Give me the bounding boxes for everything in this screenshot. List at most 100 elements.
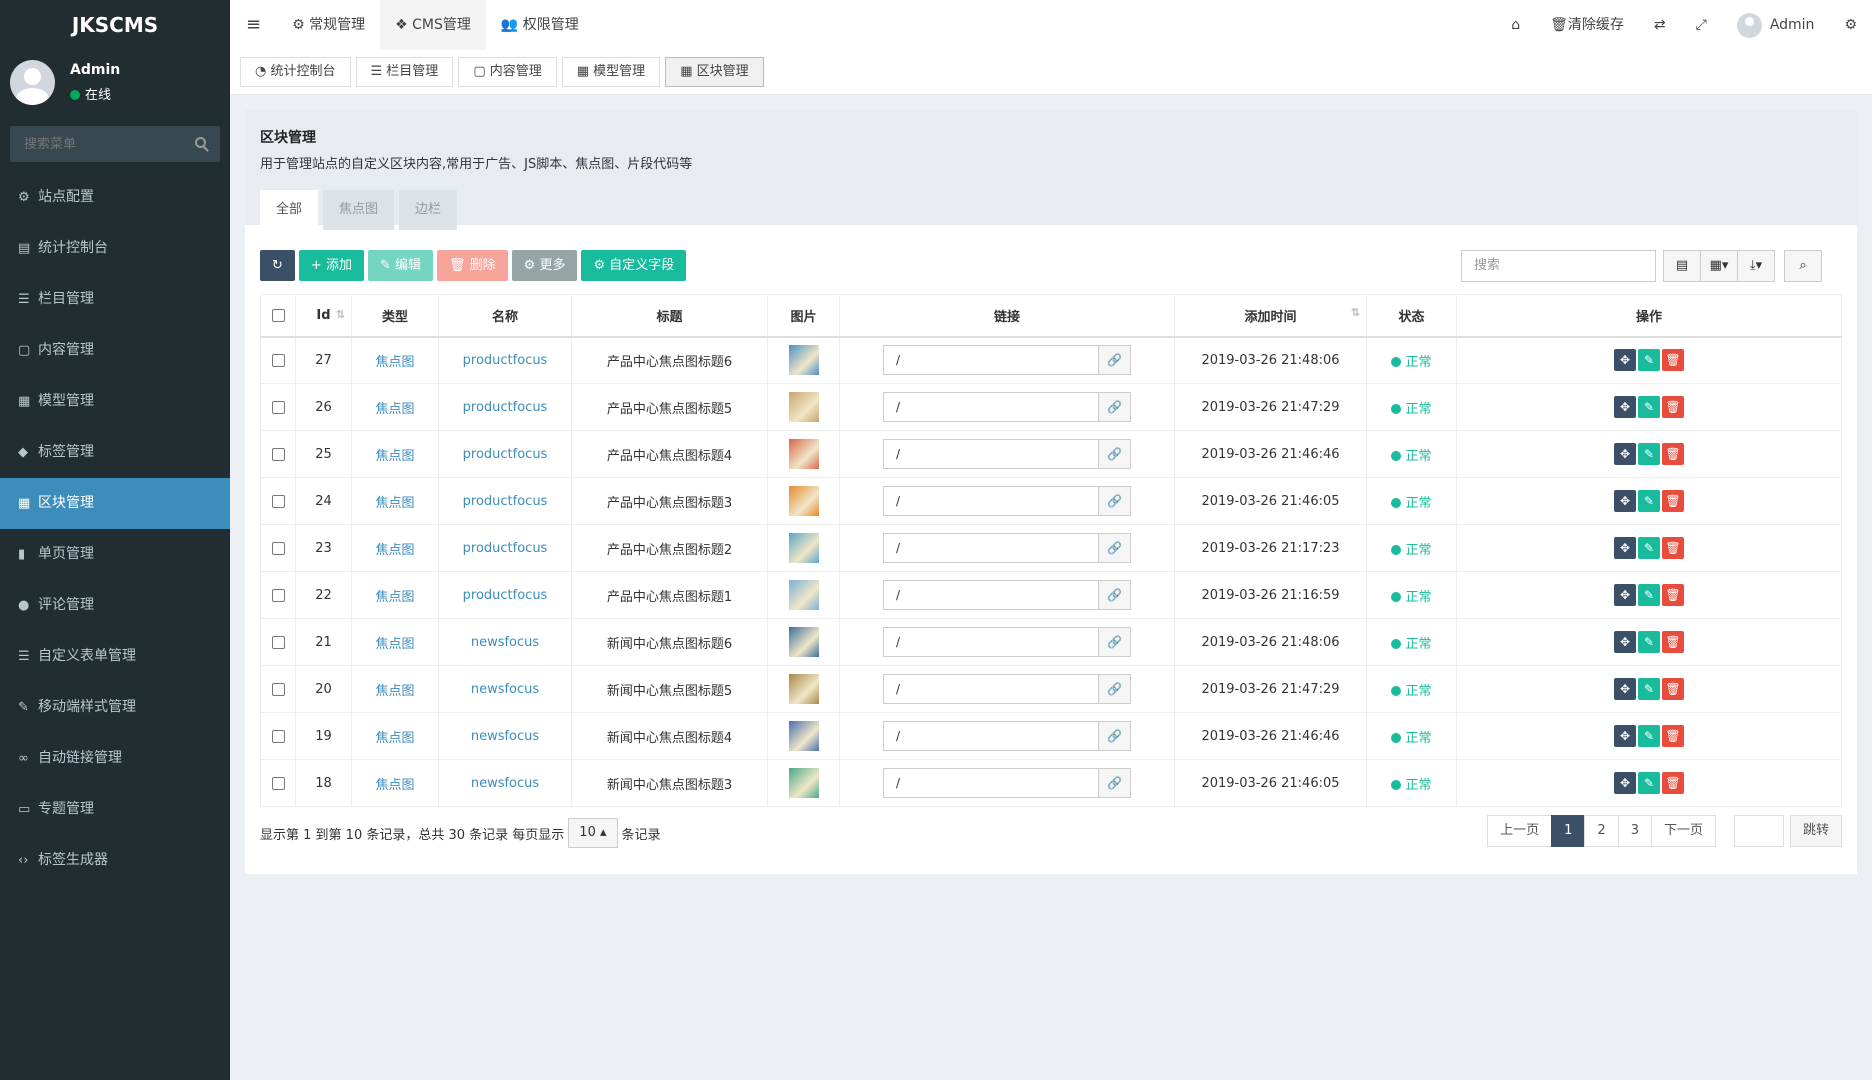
row-type-link[interactable]: 焦点图 (375, 778, 414, 793)
row-thumbnail[interactable] (788, 486, 819, 516)
sidebar-item-9[interactable]: ☰ 自定义表单管理 (0, 631, 230, 682)
toggle-view-icon[interactable]: ▤ (1663, 250, 1701, 282)
menu-toggle-icon[interactable]: ≡ (230, 0, 277, 50)
edit-icon[interactable]: ✎ (1638, 631, 1660, 653)
row-checkbox[interactable] (271, 494, 285, 508)
sidebar-item-6[interactable]: ▦ 区块管理 (0, 478, 230, 529)
subtab-sidebar[interactable]: 边栏 (399, 190, 458, 230)
sidebar-item-3[interactable]: ▢ 内容管理 (0, 325, 230, 376)
edit-icon[interactable]: ✎ (1638, 584, 1660, 606)
delete-icon[interactable]: 🗑 (1662, 349, 1684, 372)
sidebar-item-10[interactable]: ✎ 移动端样式管理 (0, 682, 230, 733)
link-icon[interactable]: 🔗 (1099, 580, 1131, 610)
page-1[interactable]: 1 (1551, 815, 1586, 847)
tab-block[interactable]: ▦ 区块管理 (665, 57, 764, 87)
user-menu[interactable]: Admin (1722, 0, 1830, 50)
search-icon[interactable] (195, 137, 206, 148)
delete-icon[interactable]: 🗑 (1662, 443, 1684, 465)
edit-icon[interactable]: ✎ (1638, 349, 1660, 372)
row-type-link[interactable]: 焦点图 (375, 496, 414, 511)
settings-gear-icon[interactable]: ⚙ (1829, 0, 1872, 50)
edit-icon[interactable]: ✎ (1638, 772, 1660, 794)
row-checkbox[interactable] (271, 776, 285, 790)
row-name-link[interactable]: newsfocus (471, 776, 539, 791)
sidebar-item-1[interactable]: ▤ 统计控制台 (0, 223, 230, 274)
link-icon[interactable]: 🔗 (1099, 627, 1131, 657)
row-link-input[interactable]: / (883, 768, 1099, 798)
table-search-input[interactable]: 搜索 (1461, 250, 1656, 282)
link-icon[interactable]: 🔗 (1099, 439, 1131, 469)
subtab-all[interactable]: 全部 (260, 190, 319, 230)
row-checkbox[interactable] (271, 353, 285, 367)
row-thumbnail[interactable] (788, 439, 819, 469)
next-page-button[interactable]: 下一页 (1650, 815, 1716, 847)
row-type-link[interactable]: 焦点图 (375, 731, 414, 746)
row-name-link[interactable]: productfocus (463, 541, 548, 556)
edit-icon[interactable]: ✎ (1638, 678, 1660, 700)
drag-move-icon[interactable]: ✥ (1614, 678, 1636, 700)
row-thumbnail[interactable] (788, 580, 819, 610)
drag-move-icon[interactable]: ✥ (1614, 725, 1636, 747)
row-link-input[interactable]: / (883, 580, 1099, 610)
row-checkbox[interactable] (271, 447, 285, 461)
row-thumbnail[interactable] (788, 768, 819, 798)
row-link-input[interactable]: / (883, 345, 1099, 376)
delete-icon[interactable]: 🗑 (1662, 490, 1684, 512)
sidebar-item-7[interactable]: ▮ 单页管理 (0, 529, 230, 580)
edit-icon[interactable]: ✎ (1638, 490, 1660, 512)
row-type-link[interactable]: 焦点图 (375, 402, 414, 417)
language-icon[interactable]: ⇄ (1639, 0, 1681, 50)
jump-button[interactable]: 跳转 (1789, 815, 1842, 847)
refresh-button[interactable]: ↻ (260, 250, 295, 281)
drag-move-icon[interactable]: ✥ (1614, 631, 1636, 653)
sidebar-item-11[interactable]: ∞ 自动链接管理 (0, 733, 230, 784)
edit-icon[interactable]: ✎ (1638, 443, 1660, 465)
drag-move-icon[interactable]: ✥ (1614, 490, 1636, 512)
tab-model[interactable]: ▦ 模型管理 (561, 57, 661, 87)
drag-move-icon[interactable]: ✥ (1614, 772, 1636, 794)
row-checkbox[interactable] (271, 400, 285, 414)
delete-icon[interactable]: 🗑 (1662, 725, 1684, 747)
sidebar-item-2[interactable]: ☰ 栏目管理 (0, 274, 230, 325)
delete-icon[interactable]: 🗑 (1662, 584, 1684, 606)
edit-icon[interactable]: ✎ (1638, 725, 1660, 747)
drag-move-icon[interactable]: ✥ (1614, 584, 1636, 606)
row-name-link[interactable]: newsfocus (471, 729, 539, 744)
row-thumbnail[interactable] (788, 721, 819, 751)
link-icon[interactable]: 🔗 (1099, 392, 1131, 422)
edit-button[interactable]: ✎ 编辑 (367, 250, 433, 281)
drag-move-icon[interactable]: ✥ (1614, 537, 1636, 559)
page-3[interactable]: 3 (1617, 815, 1652, 847)
sidebar-item-0[interactable]: ⚙ 站点配置 (0, 172, 230, 223)
jump-page-input[interactable] (1733, 815, 1784, 847)
page-size-select[interactable]: 10 ▴ (568, 818, 618, 848)
columns-icon[interactable]: ▦▾ (1700, 250, 1738, 282)
drag-move-icon[interactable]: ✥ (1614, 396, 1636, 418)
row-checkbox[interactable] (271, 729, 285, 743)
home-icon[interactable]: ⌂ (1496, 0, 1535, 50)
search-icon[interactable]: ⌕ (1784, 250, 1822, 282)
tab-content[interactable]: ▢ 内容管理 (458, 57, 557, 87)
row-thumbnail[interactable] (788, 345, 819, 376)
app-logo[interactable]: JKSCMS (0, 0, 230, 50)
row-type-link[interactable]: 焦点图 (375, 637, 414, 652)
row-name-link[interactable]: productfocus (463, 588, 548, 603)
delete-icon[interactable]: 🗑 (1662, 631, 1684, 653)
row-name-link[interactable]: productfocus (463, 400, 548, 415)
col-id[interactable]: Id (295, 294, 352, 338)
add-button[interactable]: + 添加 (298, 250, 364, 281)
row-checkbox[interactable] (271, 635, 285, 649)
tab-dashboard[interactable]: ◔ 统计控制台 (240, 57, 351, 87)
row-thumbnail[interactable] (788, 627, 819, 657)
row-type-link[interactable]: 焦点图 (375, 543, 414, 558)
page-2[interactable]: 2 (1584, 815, 1619, 847)
sidebar-item-13[interactable]: ‹› 标签生成器 (0, 835, 230, 886)
link-icon[interactable]: 🔗 (1099, 345, 1131, 376)
nav-permission[interactable]: 👥 权限管理 (486, 0, 594, 50)
more-button[interactable]: ⚙ 更多 (511, 250, 578, 281)
row-link-input[interactable]: / (883, 627, 1099, 657)
row-name-link[interactable]: productfocus (463, 353, 548, 368)
sidebar-item-4[interactable]: ▦ 模型管理 (0, 376, 230, 427)
row-name-link[interactable]: productfocus (463, 494, 548, 509)
row-thumbnail[interactable] (788, 533, 819, 563)
